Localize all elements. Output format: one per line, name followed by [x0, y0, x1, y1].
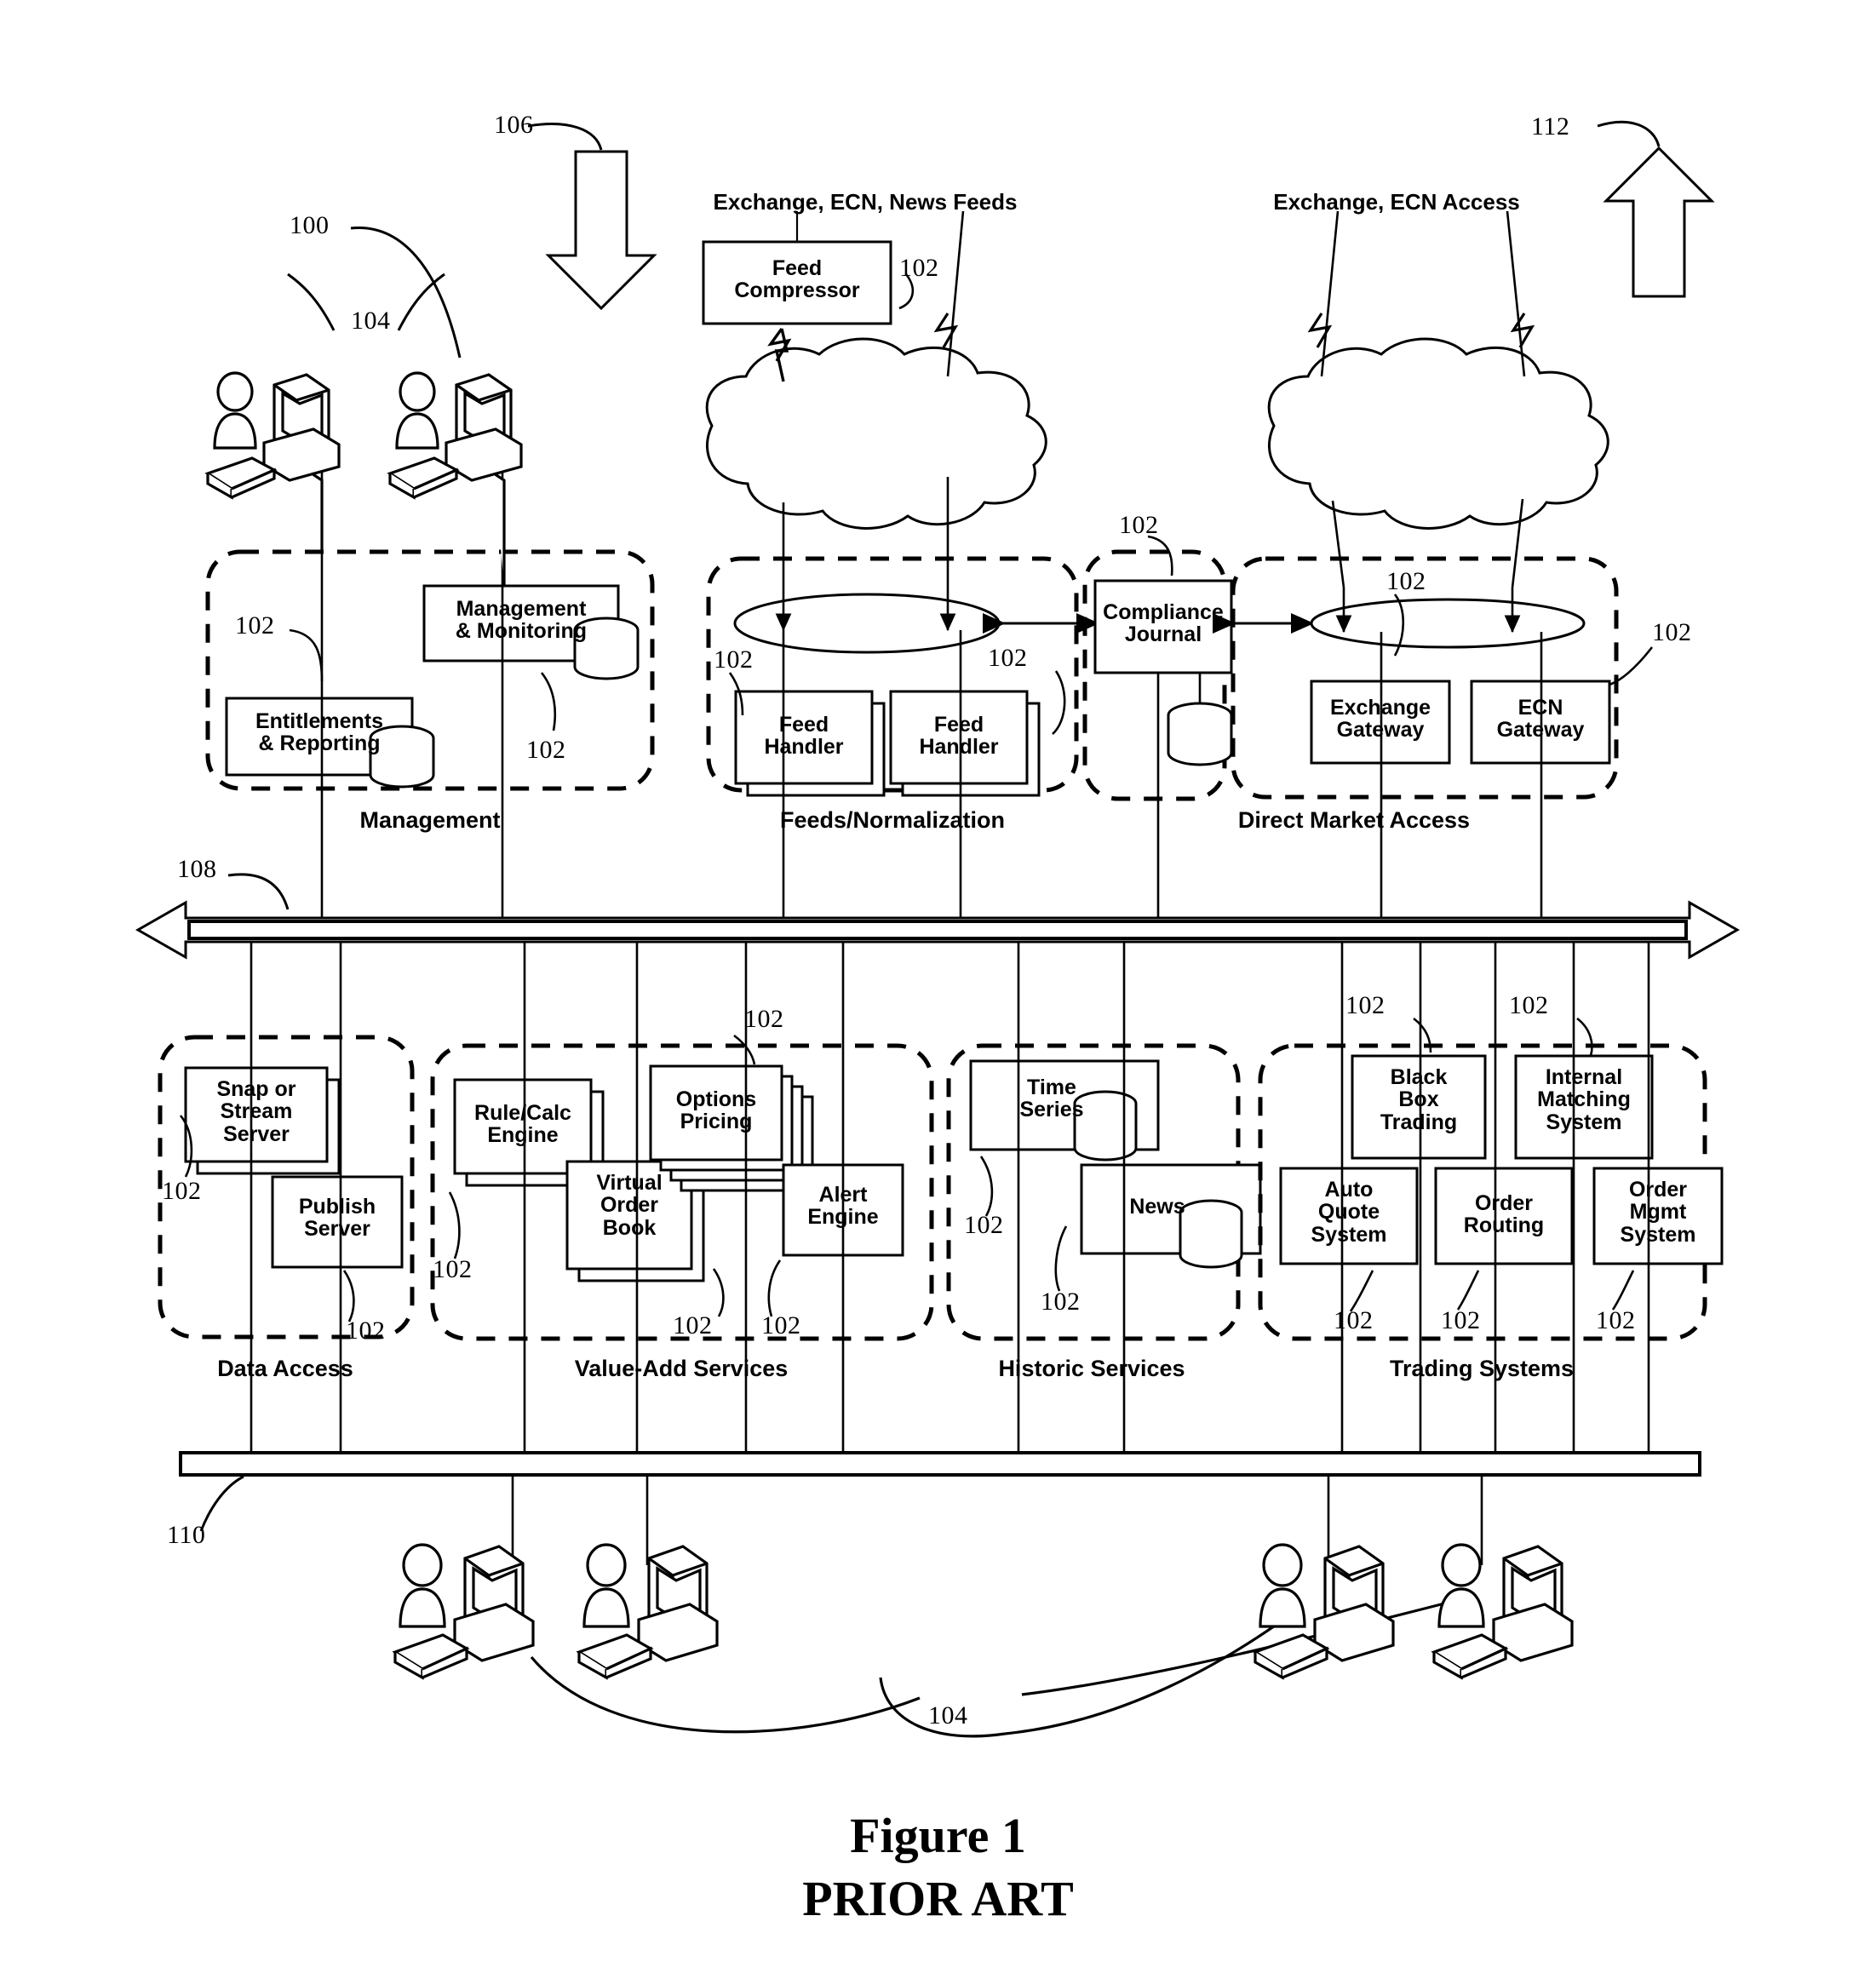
ref-102-mgmt-b: 102	[526, 736, 566, 764]
figure-vector-layer	[135, 120, 1741, 1738]
figure-caption-line2: PRIOR ART	[802, 1871, 1074, 1926]
ref-104-top: 104	[351, 307, 391, 335]
node-black-box-trading: Black Box Trading	[1380, 1065, 1458, 1134]
ref-104-bottom: 104	[928, 1701, 968, 1729]
figure-caption-line1: Figure 1	[850, 1808, 1026, 1863]
ref-102-orderrouting: 102	[1441, 1306, 1481, 1334]
group-label-trading-systems: Trading Systems	[1389, 1356, 1575, 1381]
ref-102-vob: 102	[673, 1311, 713, 1339]
ref-102-blackbox: 102	[1345, 991, 1385, 1019]
node-time-series: Time Series	[1019, 1076, 1084, 1122]
ref-102-timeseries: 102	[964, 1211, 1004, 1239]
node-options-pricing: Options Pricing	[675, 1087, 757, 1134]
node-virtual-order-book: Virtual Order Book	[596, 1171, 663, 1240]
node-compliance-journal: Compliance Journal	[1103, 600, 1224, 647]
ref-102-rule: 102	[433, 1255, 473, 1283]
label-exchange-ecn-access: Exchange, ECN Access	[1273, 189, 1520, 215]
user-workstation-bottom-1	[392, 1543, 535, 1680]
ref-106: 106	[494, 111, 534, 139]
user-workstation-bottom-4	[1431, 1543, 1574, 1680]
group-label-management: Management	[359, 807, 501, 833]
node-auto-quote-system: Auto Quote System	[1311, 1178, 1387, 1247]
ref-102-options: 102	[744, 1005, 784, 1033]
node-alert-engine: Alert Engine	[807, 1183, 879, 1230]
node-feed-handler-1: Feed Handler	[764, 713, 844, 760]
ref-102-news: 102	[1041, 1288, 1081, 1316]
lower-bus	[179, 1451, 1701, 1477]
node-management-monitoring: Management & Monitoring	[455, 597, 588, 644]
ref-110: 110	[167, 1521, 206, 1549]
node-news: News	[1129, 1195, 1185, 1219]
ref-102-compliance: 102	[1119, 511, 1159, 539]
patent-figure-canvas: Exchange, ECN, News Feeds Exchange, ECN …	[0, 0, 1876, 1979]
node-snap-or-stream-server: Snap or Stream Server	[216, 1077, 296, 1146]
label-exchange-ecn-news-feeds: Exchange, ECN, News Feeds	[713, 189, 1018, 215]
ref-102-fh-b: 102	[988, 644, 1028, 672]
inbound-arrow-shape	[545, 150, 657, 311]
ref-102-internalmatch: 102	[1509, 991, 1549, 1019]
ref-100: 100	[290, 211, 330, 239]
ref-102-mgmt-a: 102	[235, 611, 275, 640]
ref-102-ordermgmt: 102	[1596, 1306, 1636, 1334]
node-order-routing: Order Routing	[1463, 1191, 1545, 1238]
node-entitlements-reporting: Entitlements & Reporting	[255, 709, 384, 756]
group-label-direct-market-access: Direct Market Access	[1237, 807, 1471, 833]
ref-102-autoquote: 102	[1334, 1306, 1374, 1334]
node-order-mgmt-system: Order Mgmt System	[1620, 1178, 1696, 1247]
node-rule-calc-engine: Rule/Calc Engine	[474, 1101, 571, 1148]
node-publish-server: Publish Server	[298, 1195, 376, 1242]
ref-102-snap: 102	[162, 1177, 202, 1205]
group-label-feeds-normalization: Feeds/Normalization	[779, 807, 1006, 833]
ref-102-fh-a: 102	[714, 645, 754, 674]
upper-bus	[135, 900, 1741, 960]
node-feed-compressor: Feed Compressor	[734, 256, 860, 303]
user-workstation-top-1	[204, 371, 341, 552]
ref-102-alert: 102	[761, 1311, 801, 1339]
ref-102-ecn-gw: 102	[1652, 618, 1692, 646]
group-label-historic-services: Historic Services	[998, 1356, 1185, 1381]
node-internal-matching-system: Internal Matching System	[1537, 1065, 1631, 1134]
node-feed-handler-2: Feed Handler	[919, 713, 999, 760]
ref-102-feedcomp: 102	[899, 254, 939, 282]
node-ecn-gateway: ECN Gateway	[1496, 696, 1585, 743]
ref-102-publish: 102	[346, 1316, 386, 1345]
group-label-value-add-services: Value-Add Services	[574, 1356, 789, 1381]
ref-102-ring2: 102	[1386, 567, 1426, 595]
network-cloud-market	[1267, 337, 1609, 530]
ref-112: 112	[1531, 112, 1570, 141]
outbound-arrow-shape	[1603, 146, 1715, 298]
network-cloud-feeds	[705, 337, 1047, 530]
ref-108: 108	[177, 855, 217, 883]
user-workstation-bottom-3	[1252, 1543, 1395, 1680]
group-label-data-access: Data Access	[217, 1356, 353, 1381]
node-exchange-gateway: Exchange Gateway	[1329, 696, 1431, 743]
user-workstation-bottom-2	[576, 1543, 719, 1680]
